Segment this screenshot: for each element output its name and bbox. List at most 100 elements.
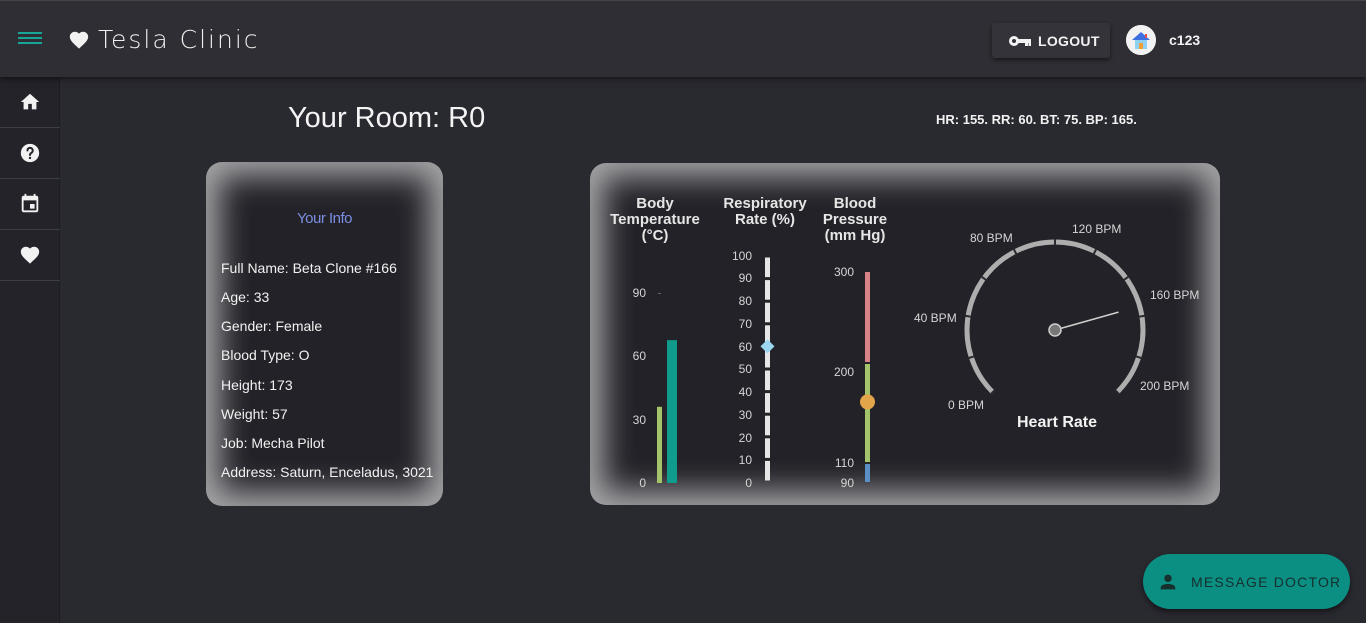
blood-pressure-title-line: Blood bbox=[833, 195, 877, 212]
heart-rate-gauge bbox=[964, 239, 1146, 396]
respiratory-tick: 40 bbox=[738, 385, 752, 399]
respiratory-track-segment bbox=[765, 302, 770, 323]
key-icon bbox=[1009, 35, 1031, 46]
respiratory-tick: 0 bbox=[745, 476, 752, 490]
blood-pressure-title-line: (mm Hg) bbox=[824, 227, 886, 244]
blood-pressure-marker bbox=[860, 394, 875, 410]
sidebar-item-help[interactable] bbox=[0, 128, 60, 179]
logout-button[interactable]: LOGOUT bbox=[992, 23, 1110, 58]
respiratory-track-segment bbox=[765, 460, 770, 481]
brand[interactable]: Tesla Clinic bbox=[68, 25, 260, 54]
info-address: Address: Saturn, Enceladus, 3021 bbox=[221, 464, 434, 480]
heart-rate-needle bbox=[1054, 311, 1119, 331]
respiratory-track-segment bbox=[765, 438, 770, 458]
body-temp-title: Body Temperature (°C) bbox=[605, 196, 705, 244]
blood-pressure-tick: 200 bbox=[833, 365, 854, 379]
info-full-name: Full Name: Beta Clone #166 bbox=[221, 260, 397, 276]
help-icon bbox=[20, 143, 40, 163]
respiratory-title-line: Respiratory bbox=[723, 195, 807, 212]
sidebar-item-vitals[interactable] bbox=[0, 230, 60, 281]
sidebar-item-home[interactable] bbox=[0, 77, 60, 128]
heart-rate-label: 120 BPM bbox=[1072, 222, 1122, 236]
heart-icon bbox=[20, 246, 40, 264]
info-job: Job: Mecha Pilot bbox=[221, 435, 325, 451]
body-temp-secondary-bar bbox=[657, 406, 662, 483]
heart-rate-tick bbox=[1138, 314, 1146, 318]
hamburger-menu-icon[interactable] bbox=[18, 29, 42, 49]
body-temp-tick: 0 bbox=[639, 476, 646, 490]
respiratory-tick: 100 bbox=[731, 249, 752, 263]
person-icon bbox=[1160, 574, 1176, 589]
top-app-bar: Tesla Clinic LOGOUT c123 bbox=[0, 0, 1366, 77]
home-icon bbox=[20, 93, 40, 110]
respiratory-track-segment bbox=[765, 257, 770, 278]
blood-pressure-segment bbox=[865, 272, 870, 362]
blood-pressure-tick: 110 bbox=[834, 456, 854, 470]
respiratory-tick: 10 bbox=[738, 453, 752, 467]
blood-pressure-title-line: Pressure bbox=[822, 211, 888, 228]
respiratory-track-segment bbox=[765, 280, 770, 300]
heart-rate-arc bbox=[964, 239, 1146, 394]
body-temp-title-line: (°C) bbox=[641, 227, 669, 244]
blood-pressure-segment bbox=[865, 464, 870, 482]
heart-rate-ticks bbox=[964, 239, 1146, 396]
blood-pressure-segments bbox=[865, 272, 870, 482]
body-temp-tick: 30 bbox=[632, 413, 646, 427]
respiratory-title-line: Rate (%) bbox=[734, 211, 795, 228]
body-temp-bar-chart bbox=[657, 293, 677, 483]
body-temp-bar bbox=[667, 340, 677, 483]
info-blood-type: Blood Type: O bbox=[221, 347, 310, 363]
respiratory-tick: 20 bbox=[738, 431, 752, 445]
message-doctor-button[interactable]: MESSAGE DOCTOR bbox=[1143, 554, 1350, 609]
logout-label: LOGOUT bbox=[1038, 32, 1100, 49]
blood-pressure-tick: 90 bbox=[840, 476, 854, 490]
respiratory-track bbox=[765, 257, 770, 481]
blood-pressure-tick: 300 bbox=[833, 265, 854, 279]
respiratory-tick: 30 bbox=[738, 408, 752, 422]
heart-icon bbox=[69, 31, 89, 49]
sidebar bbox=[0, 77, 60, 623]
info-card: Your Info Full Name: Beta Clone #166 Age… bbox=[206, 162, 443, 506]
blood-pressure-segment bbox=[865, 364, 870, 462]
respiratory-slider[interactable] bbox=[755, 253, 781, 488]
heart-rate-label: 40 BPM bbox=[914, 311, 957, 325]
page-title: Your Room: R0 bbox=[288, 102, 486, 134]
calendar-icon bbox=[21, 193, 39, 213]
respiratory-tick: 50 bbox=[738, 362, 752, 376]
info-heading: Your Info bbox=[297, 210, 353, 227]
respiratory-title: Respiratory Rate (%) bbox=[710, 196, 820, 228]
heart-rate-title: Heart Rate bbox=[1017, 414, 1098, 431]
vitals-card: Body Temperature (°C) 90 60 30 0 Respira… bbox=[590, 163, 1220, 505]
info-weight: Weight: 57 bbox=[221, 406, 288, 422]
message-doctor-label: MESSAGE DOCTOR bbox=[1191, 573, 1342, 590]
avatar[interactable] bbox=[1126, 25, 1156, 55]
sidebar-item-calendar[interactable] bbox=[0, 179, 60, 230]
avatar-house-icon bbox=[1126, 25, 1156, 55]
respiratory-track-segment bbox=[765, 415, 770, 436]
app-title: Tesla Clinic bbox=[98, 25, 260, 54]
blood-pressure-title: Blood Pressure (mm Hg) bbox=[810, 196, 900, 244]
heart-rate-hub bbox=[1048, 323, 1062, 337]
respiratory-tick: 90 bbox=[738, 271, 752, 285]
body-temp-title-line: Body bbox=[636, 195, 674, 212]
respiratory-marker[interactable] bbox=[760, 339, 775, 354]
respiratory-track-segment bbox=[765, 393, 770, 413]
respiratory-tick: 60 bbox=[738, 340, 752, 354]
info-age: Age: 33 bbox=[221, 289, 270, 305]
body-temp-title-line: Temperature bbox=[610, 211, 700, 228]
body-temp-tick-mark bbox=[658, 293, 661, 294]
body-temp-tick: 90 bbox=[632, 286, 646, 300]
heart-rate-label: 0 BPM bbox=[948, 398, 985, 412]
respiratory-tick: 80 bbox=[738, 294, 752, 308]
heart-rate-label: 200 BPM bbox=[1140, 379, 1190, 393]
info-height: Height: 173 bbox=[221, 377, 293, 393]
vitals-summary: HR: 155. RR: 60. BT: 75. BP: 165. bbox=[936, 112, 1137, 127]
blood-pressure-bar bbox=[860, 272, 875, 482]
heart-rate-label: 80 BPM bbox=[970, 231, 1013, 245]
respiratory-tick: 70 bbox=[738, 317, 752, 331]
respiratory-track-segment bbox=[765, 370, 770, 391]
info-gender: Gender: Female bbox=[221, 318, 323, 334]
username: c123 bbox=[1169, 32, 1201, 48]
body-temp-tick: 60 bbox=[632, 349, 646, 363]
heart-rate-tick bbox=[964, 314, 972, 318]
